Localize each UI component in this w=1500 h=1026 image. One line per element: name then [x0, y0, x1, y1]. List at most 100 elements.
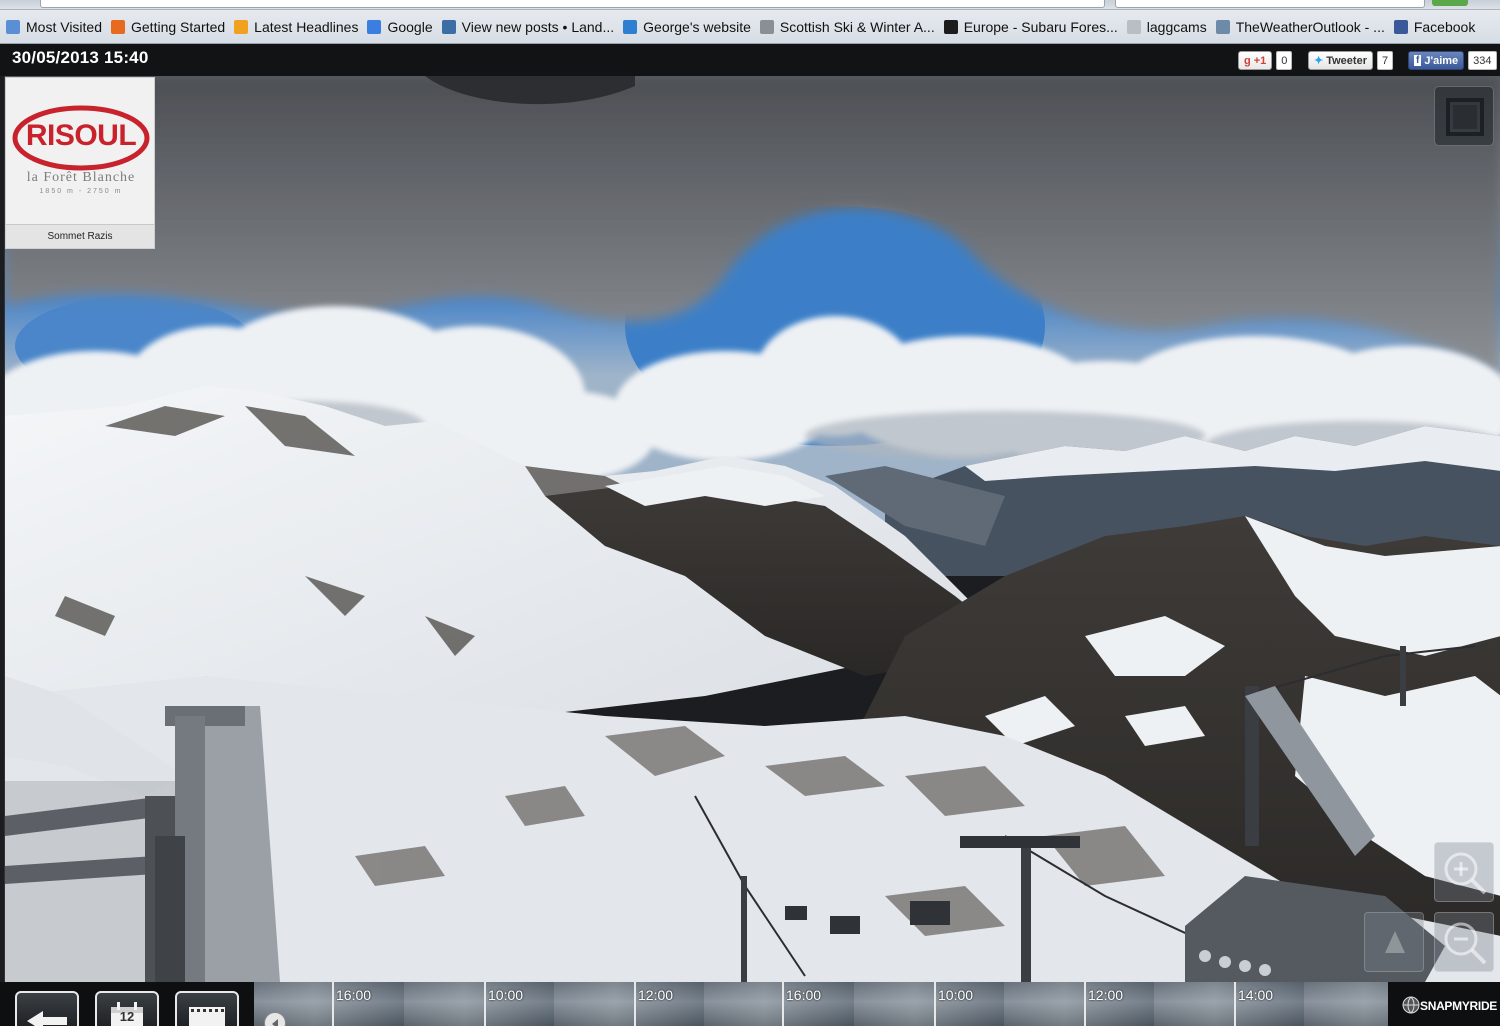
bookmark-item[interactable]: Getting Started: [111, 14, 225, 40]
timeline-bar: 12 16:00 10:00 12:00 16:00 10:00 12:00 14:00: [0, 982, 1500, 1026]
bookmark-item[interactable]: Most Visited: [6, 14, 102, 40]
timeline-thumbnail[interactable]: [854, 982, 1004, 1026]
timeline-strip[interactable]: 16:00 10:00 12:00 16:00 10:00 12:00 14:00: [254, 982, 1388, 1026]
altitude-range: 1850 m - 2750 m: [39, 188, 123, 195]
address-bar[interactable]: [40, 0, 1105, 8]
timeline-thumbnail[interactable]: [1304, 982, 1388, 1026]
bookmark-label: Most Visited: [26, 18, 102, 35]
timeline-tick: [1234, 982, 1236, 1026]
like-button[interactable]: f J'aime: [1408, 51, 1465, 70]
bookmark-label: Latest Headlines: [254, 18, 359, 35]
timeline-time-label: 10:00: [938, 987, 974, 1003]
gplus-widget: g +1 0: [1238, 51, 1293, 70]
ski-icon: [759, 19, 774, 34]
timeline-tick: [484, 982, 486, 1026]
tweet-button[interactable]: ✦ Tweeter: [1308, 51, 1373, 70]
bookmark-label: Google: [387, 18, 433, 35]
bookmark-item[interactable]: George's website: [623, 14, 751, 40]
subaru-forum-icon: [943, 19, 958, 34]
bookmark-label: TheWeatherOutlook - ...: [1235, 18, 1385, 35]
timeline-time-label: 16:00: [336, 987, 372, 1003]
like-label: J'aime: [1424, 54, 1459, 67]
pan-button[interactable]: [1364, 912, 1424, 972]
timeline-time-label: 16:00: [786, 987, 822, 1003]
webcam-header: 30/05/2013 15:40 g +1 0 ✦ Tweeter 7 f J'…: [0, 44, 1500, 76]
filmstrip-button[interactable]: [175, 991, 239, 1026]
bookmark-label: Facebook: [1413, 18, 1476, 35]
facebook-icon: [1393, 19, 1408, 34]
browser-window: Most Visited Getting Started Latest Headli…: [0, 0, 1500, 1026]
fullscreen-button[interactable]: [1434, 86, 1494, 146]
forum-icon: [441, 19, 456, 34]
timeline-thumbnail[interactable]: [1154, 982, 1304, 1026]
zoom-in-button[interactable]: [1434, 842, 1494, 902]
mountain-panorama-image: [5, 76, 1500, 982]
bookmark-label: laggcams: [1146, 18, 1207, 35]
bookmark-item[interactable]: Google: [367, 14, 433, 40]
bookmark-label: Scottish Ski & Winter A...: [779, 18, 935, 35]
bookmark-label: View new posts • Land...: [461, 18, 615, 35]
bookmark-item[interactable]: Latest Headlines: [234, 14, 358, 40]
firefox-page-icon: [6, 19, 20, 34]
gplus-count: 0: [1276, 51, 1293, 70]
google-icon: [367, 19, 382, 34]
search-bar[interactable]: [1115, 0, 1425, 8]
tweet-label: Tweeter: [1326, 54, 1367, 67]
twitter-widget: ✦ Tweeter 7: [1308, 51, 1394, 70]
bookmark-label: Getting Started: [131, 18, 226, 35]
timeline-tick: [332, 982, 334, 1026]
bookmark-item[interactable]: Europe - Subaru Fores...: [943, 14, 1118, 40]
url-toolbar: [0, 0, 1500, 10]
fullscreen-icon: [1446, 98, 1484, 136]
provider-name: SNAPMYRIDE: [1420, 999, 1498, 1013]
snapmyride-logo[interactable]: SNAPMYRIDE: [1398, 988, 1498, 1026]
timeline-tick: [782, 982, 784, 1026]
gplus-button[interactable]: g +1: [1238, 51, 1273, 70]
gplus-icon: g: [1244, 54, 1251, 67]
globe-icon: [1402, 996, 1420, 1014]
addon-button[interactable]: [1432, 0, 1468, 6]
timeline-time-label: 12:00: [638, 987, 674, 1003]
webcam-panorama[interactable]: [4, 76, 1500, 982]
gplus-label: +1: [1253, 54, 1267, 67]
bookmark-label: Europe - Subaru Fores...: [963, 18, 1118, 35]
timeline-time-label: 10:00: [488, 987, 524, 1003]
bookmark-item[interactable]: Scottish Ski & Winter A...: [759, 14, 935, 40]
bookmark-item[interactable]: View new posts • Land...: [441, 14, 615, 40]
back-button[interactable]: [15, 991, 79, 1026]
timeline-thumbnail[interactable]: [404, 982, 554, 1026]
facebook-f-icon: f: [1414, 55, 1422, 66]
blank-page-icon: [1126, 19, 1141, 34]
capture-datetime: 30/05/2013 15:40: [12, 48, 149, 67]
zoom-out-icon: [1444, 922, 1487, 965]
timeline-thumbnail[interactable]: [554, 982, 704, 1026]
bookmark-item[interactable]: laggcams: [1126, 14, 1207, 40]
brand-tagline: la Forêt Blanche: [26, 170, 136, 185]
bookmark-item[interactable]: Facebook: [1393, 14, 1476, 40]
risoul-logo-card[interactable]: RISOUL la Forêt Blanche 1850 m - 2750 m …: [5, 77, 155, 249]
bookmark-item[interactable]: TheWeatherOutlook - ...: [1215, 14, 1385, 40]
timeline-slider-handle[interactable]: [264, 1012, 286, 1026]
timeline-time-label: 12:00: [1088, 987, 1124, 1003]
like-count: 334: [1468, 51, 1497, 70]
bookmarks-toolbar: Most Visited Getting Started Latest Headli…: [0, 10, 1500, 44]
calendar-day: 12: [119, 1009, 135, 1024]
globe-icon: [623, 19, 638, 34]
timeline-time-label: 14:00: [1238, 987, 1274, 1003]
arrow-left-icon: [27, 1011, 67, 1026]
caret-left-icon: [272, 1019, 278, 1026]
pan-hand-icon: [1385, 931, 1405, 953]
calendar-button[interactable]: 12: [95, 991, 159, 1026]
tweet-count: 7: [1376, 51, 1394, 70]
rss-feed-icon: [234, 19, 249, 34]
timeline-thumbnail[interactable]: [1004, 982, 1154, 1026]
twotlook-icon: [1215, 19, 1230, 34]
bookmark-label: George's website: [643, 18, 751, 35]
timeline-thumbnail[interactable]: [704, 982, 854, 1026]
twitter-bird-icon: ✦: [1314, 55, 1324, 67]
zoom-out-button[interactable]: [1434, 912, 1494, 972]
webcam-location: Sommet Razis: [6, 224, 154, 248]
firefox-logo-icon: [111, 19, 125, 34]
zoom-in-icon: [1444, 852, 1487, 895]
timeline-tick: [1084, 982, 1086, 1026]
